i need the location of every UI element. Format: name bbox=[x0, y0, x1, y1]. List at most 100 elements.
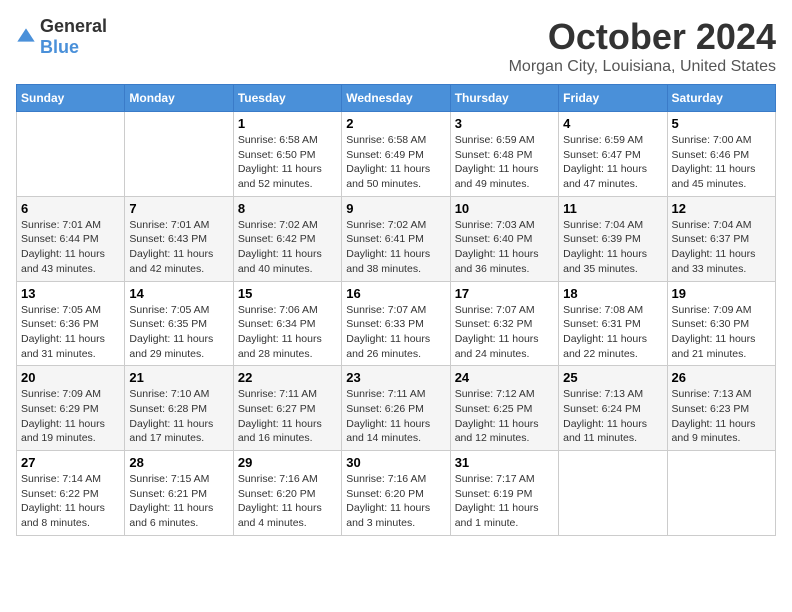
day-number: 25 bbox=[563, 370, 662, 385]
day-number: 12 bbox=[672, 201, 771, 216]
day-info: Sunrise: 7:11 AMSunset: 6:27 PMDaylight:… bbox=[238, 387, 337, 446]
calendar-cell: 13 Sunrise: 7:05 AMSunset: 6:36 PMDayligh… bbox=[17, 281, 125, 366]
calendar-cell: 21Sunrise: 7:10 AMSunset: 6:28 PMDayligh… bbox=[125, 366, 233, 451]
day-info: Sunrise: 7:05 AMSunset: 6:35 PMDaylight:… bbox=[129, 303, 228, 362]
day-number: 15 bbox=[238, 286, 337, 301]
calendar-cell: 18 Sunrise: 7:08 AMSunset: 6:31 PMDayligh… bbox=[559, 281, 667, 366]
calendar-cell: 26Sunrise: 7:13 AMSunset: 6:23 PMDayligh… bbox=[667, 366, 775, 451]
day-info: Sunrise: 7:06 AMSunset: 6:34 PMDaylight:… bbox=[238, 303, 337, 362]
calendar-week-4: 20Sunrise: 7:09 AMSunset: 6:29 PMDayligh… bbox=[17, 366, 776, 451]
day-number: 29 bbox=[238, 455, 337, 470]
calendar-cell: 10Sunrise: 7:03 AMSunset: 6:40 PMDayligh… bbox=[450, 196, 558, 281]
calendar-header-thursday: Thursday bbox=[450, 85, 558, 112]
day-number: 7 bbox=[129, 201, 228, 216]
day-number: 6 bbox=[21, 201, 120, 216]
calendar-cell: 6 Sunrise: 7:01 AMSunset: 6:44 PMDaylight… bbox=[17, 196, 125, 281]
day-number: 2 bbox=[346, 116, 445, 131]
calendar-cell bbox=[125, 112, 233, 197]
calendar-cell: 15 Sunrise: 7:06 AMSunset: 6:34 PMDayligh… bbox=[233, 281, 341, 366]
calendar-cell: 11 Sunrise: 7:04 AMSunset: 6:39 PMDayligh… bbox=[559, 196, 667, 281]
calendar-header-monday: Monday bbox=[125, 85, 233, 112]
calendar-cell: 14 Sunrise: 7:05 AMSunset: 6:35 PMDayligh… bbox=[125, 281, 233, 366]
day-info: Sunrise: 7:04 AMSunset: 6:37 PMDaylight:… bbox=[672, 218, 771, 277]
calendar-cell: 24Sunrise: 7:12 AMSunset: 6:25 PMDayligh… bbox=[450, 366, 558, 451]
day-info: Sunrise: 7:09 AMSunset: 6:29 PMDaylight:… bbox=[21, 387, 120, 446]
day-info: Sunrise: 7:03 AMSunset: 6:40 PMDaylight:… bbox=[455, 218, 554, 277]
day-number: 16 bbox=[346, 286, 445, 301]
calendar-cell: 29Sunrise: 7:16 AMSunset: 6:20 PMDayligh… bbox=[233, 451, 341, 536]
day-info: Sunrise: 7:00 AMSunset: 6:46 PMDaylight:… bbox=[672, 133, 771, 192]
calendar-week-1: 1 Sunrise: 6:58 AMSunset: 6:50 PMDaylight… bbox=[17, 112, 776, 197]
day-number: 5 bbox=[672, 116, 771, 131]
day-info: Sunrise: 6:59 AMSunset: 6:47 PMDaylight:… bbox=[563, 133, 662, 192]
day-number: 17 bbox=[455, 286, 554, 301]
calendar-header-tuesday: Tuesday bbox=[233, 85, 341, 112]
calendar-cell bbox=[667, 451, 775, 536]
day-info: Sunrise: 7:01 AMSunset: 6:44 PMDaylight:… bbox=[21, 218, 120, 277]
calendar-cell: 8 Sunrise: 7:02 AMSunset: 6:42 PMDaylight… bbox=[233, 196, 341, 281]
day-number: 27 bbox=[21, 455, 120, 470]
day-info: Sunrise: 7:09 AMSunset: 6:30 PMDaylight:… bbox=[672, 303, 771, 362]
day-info: Sunrise: 7:13 AMSunset: 6:24 PMDaylight:… bbox=[563, 387, 662, 446]
day-number: 22 bbox=[238, 370, 337, 385]
calendar-header-friday: Friday bbox=[559, 85, 667, 112]
day-number: 13 bbox=[21, 286, 120, 301]
calendar-cell: 17 Sunrise: 7:07 AMSunset: 6:32 PMDayligh… bbox=[450, 281, 558, 366]
day-number: 18 bbox=[563, 286, 662, 301]
calendar-cell: 9Sunrise: 7:02 AMSunset: 6:41 PMDaylight… bbox=[342, 196, 450, 281]
day-number: 4 bbox=[563, 116, 662, 131]
calendar-body: 1 Sunrise: 6:58 AMSunset: 6:50 PMDaylight… bbox=[17, 112, 776, 536]
calendar-header-wednesday: Wednesday bbox=[342, 85, 450, 112]
day-number: 3 bbox=[455, 116, 554, 131]
title-block: October 2024 Morgan City, Louisiana, Uni… bbox=[509, 16, 776, 76]
calendar-header-row: SundayMondayTuesdayWednesdayThursdayFrid… bbox=[17, 85, 776, 112]
day-number: 11 bbox=[563, 201, 662, 216]
day-number: 21 bbox=[129, 370, 228, 385]
day-number: 14 bbox=[129, 286, 228, 301]
day-number: 26 bbox=[672, 370, 771, 385]
calendar-cell: 7 Sunrise: 7:01 AMSunset: 6:43 PMDaylight… bbox=[125, 196, 233, 281]
day-info: Sunrise: 7:07 AMSunset: 6:33 PMDaylight:… bbox=[346, 303, 445, 362]
calendar-cell: 25 Sunrise: 7:13 AMSunset: 6:24 PMDayligh… bbox=[559, 366, 667, 451]
day-info: Sunrise: 7:17 AMSunset: 6:19 PMDaylight:… bbox=[455, 472, 554, 531]
day-info: Sunrise: 7:05 AMSunset: 6:36 PMDaylight:… bbox=[21, 303, 120, 362]
calendar-cell bbox=[17, 112, 125, 197]
calendar-week-2: 6 Sunrise: 7:01 AMSunset: 6:44 PMDaylight… bbox=[17, 196, 776, 281]
day-info: Sunrise: 7:02 AMSunset: 6:41 PMDaylight:… bbox=[346, 218, 445, 277]
day-info: Sunrise: 7:07 AMSunset: 6:32 PMDaylight:… bbox=[455, 303, 554, 362]
day-number: 1 bbox=[238, 116, 337, 131]
calendar-cell: 5 Sunrise: 7:00 AMSunset: 6:46 PMDaylight… bbox=[667, 112, 775, 197]
day-info: Sunrise: 7:02 AMSunset: 6:42 PMDaylight:… bbox=[238, 218, 337, 277]
calendar-header-sunday: Sunday bbox=[17, 85, 125, 112]
day-info: Sunrise: 7:08 AMSunset: 6:31 PMDaylight:… bbox=[563, 303, 662, 362]
calendar-cell: 4 Sunrise: 6:59 AMSunset: 6:47 PMDaylight… bbox=[559, 112, 667, 197]
day-number: 31 bbox=[455, 455, 554, 470]
day-info: Sunrise: 6:58 AMSunset: 6:50 PMDaylight:… bbox=[238, 133, 337, 192]
calendar-cell: 30Sunrise: 7:16 AMSunset: 6:20 PMDayligh… bbox=[342, 451, 450, 536]
day-info: Sunrise: 6:59 AMSunset: 6:48 PMDaylight:… bbox=[455, 133, 554, 192]
calendar-cell: 12 Sunrise: 7:04 AMSunset: 6:37 PMDayligh… bbox=[667, 196, 775, 281]
calendar-cell: 19 Sunrise: 7:09 AMSunset: 6:30 PMDayligh… bbox=[667, 281, 775, 366]
calendar-cell: 3 Sunrise: 6:59 AMSunset: 6:48 PMDaylight… bbox=[450, 112, 558, 197]
calendar-cell: 2 Sunrise: 6:58 AMSunset: 6:49 PMDaylight… bbox=[342, 112, 450, 197]
calendar-table: SundayMondayTuesdayWednesdayThursdayFrid… bbox=[16, 84, 776, 536]
logo: General Blue bbox=[16, 16, 107, 58]
day-info: Sunrise: 7:12 AMSunset: 6:25 PMDaylight:… bbox=[455, 387, 554, 446]
calendar-cell: 27 Sunrise: 7:14 AMSunset: 6:22 PMDayligh… bbox=[17, 451, 125, 536]
location-title: Morgan City, Louisiana, United States bbox=[509, 58, 776, 76]
logo-icon bbox=[16, 27, 36, 47]
day-number: 8 bbox=[238, 201, 337, 216]
day-info: Sunrise: 7:14 AMSunset: 6:22 PMDaylight:… bbox=[21, 472, 120, 531]
calendar-header-saturday: Saturday bbox=[667, 85, 775, 112]
day-number: 30 bbox=[346, 455, 445, 470]
page-header: General Blue October 2024 Morgan City, L… bbox=[16, 16, 776, 76]
day-info: Sunrise: 7:04 AMSunset: 6:39 PMDaylight:… bbox=[563, 218, 662, 277]
calendar-cell: 28Sunrise: 7:15 AMSunset: 6:21 PMDayligh… bbox=[125, 451, 233, 536]
logo-general: General bbox=[40, 16, 107, 36]
calendar-cell bbox=[559, 451, 667, 536]
day-number: 23 bbox=[346, 370, 445, 385]
day-number: 19 bbox=[672, 286, 771, 301]
day-number: 28 bbox=[129, 455, 228, 470]
day-info: Sunrise: 6:58 AMSunset: 6:49 PMDaylight:… bbox=[346, 133, 445, 192]
day-info: Sunrise: 7:01 AMSunset: 6:43 PMDaylight:… bbox=[129, 218, 228, 277]
